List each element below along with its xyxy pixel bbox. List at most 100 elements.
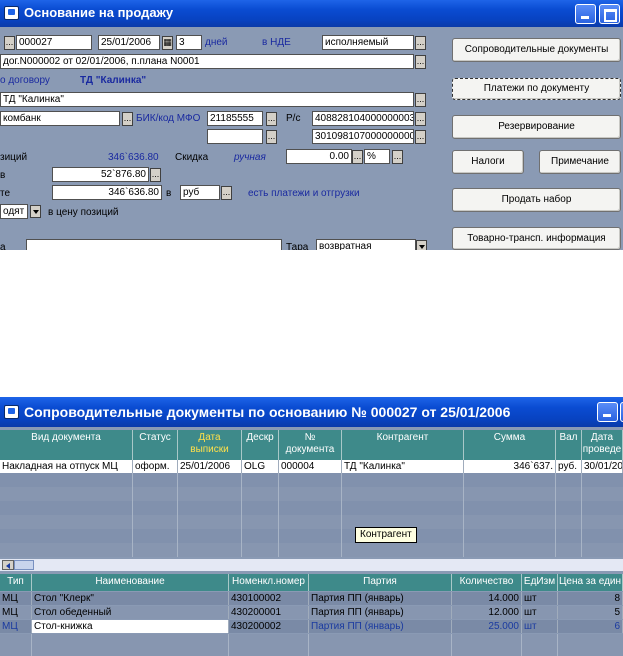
list-item[interactable]: МЦ Стол "Клерк" 430100002 Партия ПП (янв…: [0, 592, 623, 606]
col-currency[interactable]: Вал: [556, 430, 582, 460]
includes-dropdown-icon[interactable]: [30, 205, 41, 218]
payments-note: есть платежи и отгрузки: [248, 188, 360, 199]
reserve-button[interactable]: Резервирование: [452, 115, 621, 139]
app-icon[interactable]: [4, 6, 19, 20]
number-field[interactable]: 000027: [16, 35, 92, 50]
item-price: 5: [558, 606, 623, 619]
in-field[interactable]: 52`876.80: [52, 167, 149, 182]
tara-field[interactable]: возвратная: [316, 239, 416, 250]
table-row[interactable]: Накладная на отпуск МЦ оформ. 25/01/2006…: [0, 460, 623, 473]
days-field[interactable]: 3: [176, 35, 202, 50]
tara-dropdown-icon[interactable]: [416, 240, 427, 250]
horizontal-scrollbar[interactable]: [0, 559, 623, 571]
item-type: МЦ: [0, 620, 32, 633]
scroll-left-icon[interactable]: [2, 560, 14, 570]
by-contract-label: о договору: [0, 75, 50, 86]
counterparty-lookup-button[interactable]: ...: [415, 93, 426, 107]
row-issue-date: 25/01/2006: [178, 460, 242, 473]
discount-lookup-button[interactable]: ...: [352, 150, 363, 164]
days-label: дней: [205, 37, 228, 48]
row-status: оформ.: [133, 460, 178, 473]
col-issue-date[interactable]: Дата выписки: [178, 430, 242, 460]
total-label: те: [0, 188, 11, 199]
row-sum: 346`637.: [464, 460, 556, 473]
item-qty: 14.000: [452, 592, 522, 605]
discount-field[interactable]: 0.00: [286, 149, 352, 164]
second-bik-field[interactable]: [207, 129, 263, 144]
item-unit: шт: [522, 620, 558, 633]
col-sum[interactable]: Сумма: [464, 430, 556, 460]
in-label: в: [0, 170, 6, 181]
accompanying-docs-window: Сопроводительные документы по основанию …: [0, 397, 623, 656]
rs2-lookup-button[interactable]: ...: [415, 130, 426, 144]
col-status[interactable]: Статус: [133, 430, 178, 460]
minimize-icon[interactable]: [597, 402, 618, 422]
col-item-code[interactable]: Номенкл.номер: [229, 574, 309, 591]
item-batch: Партия ПП (январь): [309, 620, 452, 633]
col-price[interactable]: Цена за един: [558, 574, 623, 591]
second-bik-lookup-button[interactable]: ...: [266, 130, 277, 144]
col-post-date[interactable]: Дата проведе: [582, 430, 623, 460]
scroll-thumb[interactable]: [14, 560, 34, 570]
discount-unit-lookup-button[interactable]: ...: [392, 150, 403, 164]
discount-unit-field[interactable]: %: [364, 149, 390, 164]
row-currency: руб.: [556, 460, 582, 473]
col-batch[interactable]: Партия: [309, 574, 452, 591]
rs-field-2[interactable]: 301098107000000000: [312, 129, 414, 144]
col-qty[interactable]: Количество: [452, 574, 522, 591]
rs-label: Р/с: [286, 113, 301, 124]
by-contract-value: ТД "Калинка": [80, 75, 147, 86]
bik-lookup-button[interactable]: ...: [266, 112, 277, 126]
bik-field[interactable]: 21185555: [207, 111, 263, 126]
status-field[interactable]: исполняемый: [322, 35, 414, 50]
col-descr[interactable]: Дескр: [242, 430, 279, 460]
accompanying-docs-button[interactable]: Сопроводительные документы: [452, 38, 621, 62]
in-lookup-button[interactable]: ...: [150, 168, 161, 182]
item-type: МЦ: [0, 606, 32, 619]
col-doc-number[interactable]: № документа: [279, 430, 342, 460]
rs-field[interactable]: 408828104000000003: [312, 111, 414, 126]
window1-titlebar[interactable]: Основание на продажу: [0, 0, 623, 27]
transport-info-button[interactable]: Товарно-трансп. информация: [452, 227, 621, 250]
contract-line-field[interactable]: дог.N000002 от 02/01/2006, п.плана N0001: [0, 54, 414, 69]
docs-grid-empty-area: [0, 473, 623, 557]
sale-basis-window: Основание на продажу ... 000027 25/01/20…: [0, 0, 623, 250]
row-doc-type: Накладная на отпуск МЦ: [0, 460, 133, 473]
item-batch: Партия ПП (январь): [309, 606, 452, 619]
contract-lookup-button[interactable]: ...: [415, 55, 426, 69]
tara-label: Тара: [286, 242, 309, 250]
col-doc-type[interactable]: Вид документа: [0, 430, 133, 460]
maximize-icon[interactable]: [599, 4, 620, 24]
bottom-field[interactable]: [26, 239, 282, 250]
row-descr: OLG: [242, 460, 279, 473]
col-counterparty[interactable]: Контрагент: [342, 430, 464, 460]
date-field[interactable]: 25/01/2006: [98, 35, 160, 50]
sell-set-button[interactable]: Продать набор: [452, 188, 621, 212]
list-item[interactable]: МЦ Стол-книжка 430200002 Партия ПП (янва…: [0, 620, 623, 634]
list-item[interactable]: МЦ Стол обеденный 430200001 Партия ПП (я…: [0, 606, 623, 620]
app-icon[interactable]: [4, 405, 19, 419]
note-button[interactable]: Примечание: [539, 150, 621, 174]
window2-titlebar[interactable]: Сопроводительные документы по основанию …: [0, 397, 623, 427]
bank-lookup-button[interactable]: ...: [122, 112, 133, 126]
col-unit[interactable]: ЕдИзм: [522, 574, 558, 591]
currency-lookup-button[interactable]: ...: [221, 186, 232, 200]
currency-field[interactable]: руб: [180, 185, 220, 200]
minimize-icon[interactable]: [575, 4, 596, 24]
calendar-icon[interactable]: ▦: [162, 36, 173, 50]
counterparty-field[interactable]: ТД "Калинка": [0, 92, 414, 107]
col-name[interactable]: Наименование: [32, 574, 229, 591]
payments-button[interactable]: Платежи по документу: [452, 78, 621, 100]
col-type[interactable]: Тип: [0, 574, 32, 591]
taxes-button[interactable]: Налоги: [452, 150, 524, 174]
total-field[interactable]: 346`636.80: [52, 185, 162, 200]
item-code: 430200001: [229, 606, 309, 619]
bank-field[interactable]: комбанк: [0, 111, 120, 126]
number-lookup-button[interactable]: ...: [4, 36, 15, 50]
status-lookup-button[interactable]: ...: [415, 36, 426, 50]
includes-field[interactable]: одят: [0, 204, 28, 219]
item-unit: шт: [522, 592, 558, 605]
bottom-label: а: [0, 242, 6, 250]
item-qty: 12.000: [452, 606, 522, 619]
rs-lookup-button[interactable]: ...: [415, 112, 426, 126]
